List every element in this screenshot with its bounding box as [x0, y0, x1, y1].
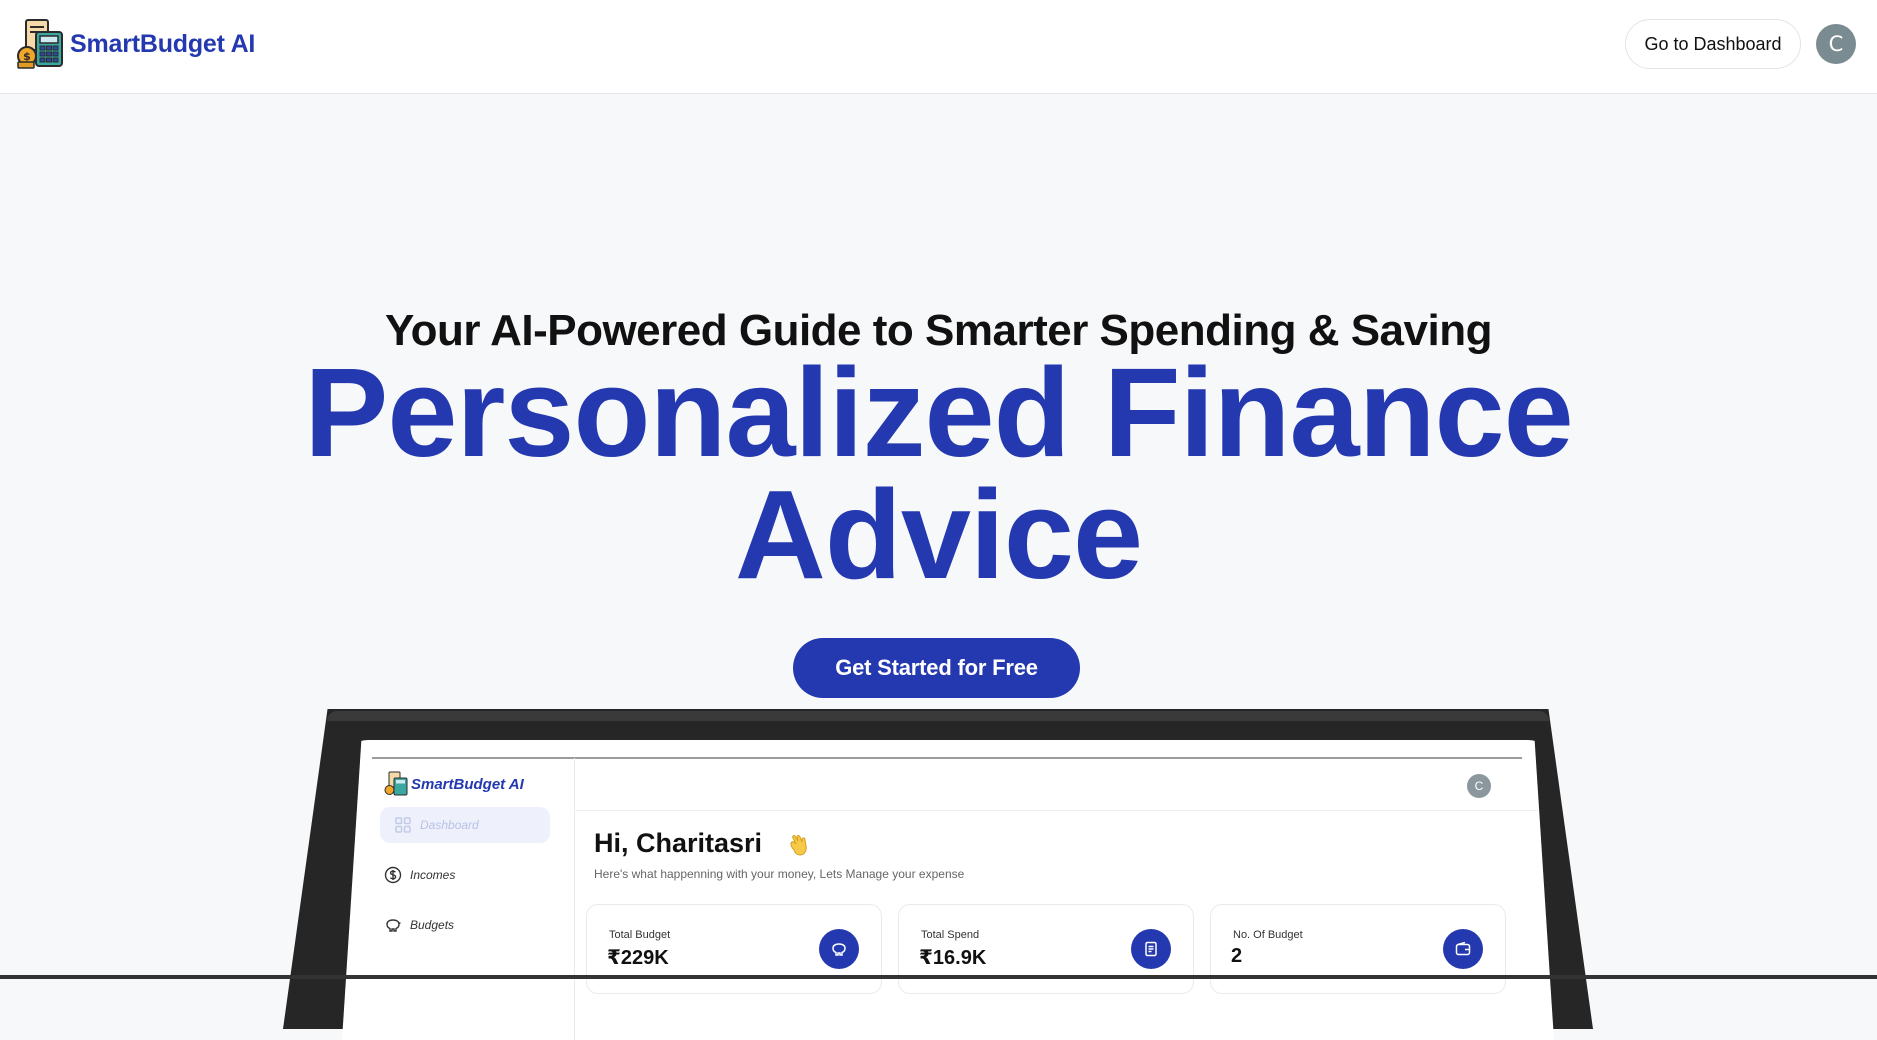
greeting-heading: Hi, Charitasri — [594, 828, 763, 858]
total-budget-card: Total Budget ₹229K — [586, 904, 882, 994]
svg-text:$: $ — [23, 50, 31, 63]
sidebar-item-label: Dashboard — [420, 818, 479, 832]
total-spend-card: Total Spend ₹16.9K — [898, 904, 1194, 994]
headline-line-1: Personalized Finance — [304, 342, 1573, 483]
sidebar-item-label: Budgets — [410, 918, 455, 932]
window-bottom-edge — [0, 975, 1877, 979]
budget-calculator-logo-icon: $ — [17, 19, 63, 69]
card-label: No. Of Budget — [1233, 929, 1303, 941]
headline-line-2: Advice — [734, 464, 1143, 605]
piggy-bank-icon — [386, 919, 401, 932]
top-navbar: $ SmartBudget AI Go to Dashboard C — [0, 0, 1877, 94]
brand-link[interactable]: $ SmartBudget AI — [16, 18, 255, 70]
laptop-frame-rim — [327, 711, 1549, 721]
preview-brand-name: SmartBudget AI — [411, 775, 524, 793]
card-label: Total Budget — [609, 929, 671, 941]
wallet-icon — [1455, 941, 1471, 956]
card-value: 2 — [1231, 945, 1243, 967]
dollar-circle-icon — [384, 866, 402, 884]
card-label: Total Spend — [921, 929, 980, 941]
go-to-dashboard-button[interactable]: Go to Dashboard — [1625, 19, 1801, 69]
hero-headline: Personalized Finance Advice — [0, 342, 1877, 605]
preview-brand: SmartBudget AI — [384, 771, 524, 797]
sidebar-item-dashboard[interactable]: Dashboard — [380, 807, 550, 843]
screen-top-edge — [372, 757, 1522, 759]
card-icon-badge — [1443, 929, 1483, 969]
greeting-subtitle: Here's what happenning with your money, … — [594, 867, 965, 881]
brand-name: SmartBudget AI — [70, 29, 256, 58]
get-started-button[interactable]: Get Started for Free — [793, 638, 1080, 698]
user-avatar[interactable]: C — [1816, 24, 1856, 64]
sidebar-item-incomes[interactable]: Incomes — [384, 866, 455, 884]
card-icon-badge — [1131, 929, 1171, 969]
sidebar-item-budgets[interactable]: Budgets — [384, 916, 454, 934]
card-icon-badge — [819, 929, 859, 969]
preview-topbar-divider — [575, 810, 1554, 811]
card-value: ₹229K — [607, 947, 669, 969]
grid-icon — [395, 817, 411, 833]
piggy-bank-icon — [832, 943, 846, 956]
dashboard-preview-screen: SmartBudget AI Dashboard Incomes Budgets… — [342, 740, 1554, 1040]
waving-hand-icon — [790, 835, 807, 856]
preview-user-avatar[interactable]: C — [1467, 774, 1491, 798]
sidebar-item-label: Incomes — [410, 868, 456, 882]
receipt-icon — [1145, 941, 1157, 957]
sidebar-divider — [574, 758, 575, 1040]
budget-count-card: No. Of Budget 2 — [1210, 904, 1506, 994]
budget-calculator-logo-icon — [384, 771, 408, 796]
card-value: ₹16.9K — [919, 947, 987, 969]
